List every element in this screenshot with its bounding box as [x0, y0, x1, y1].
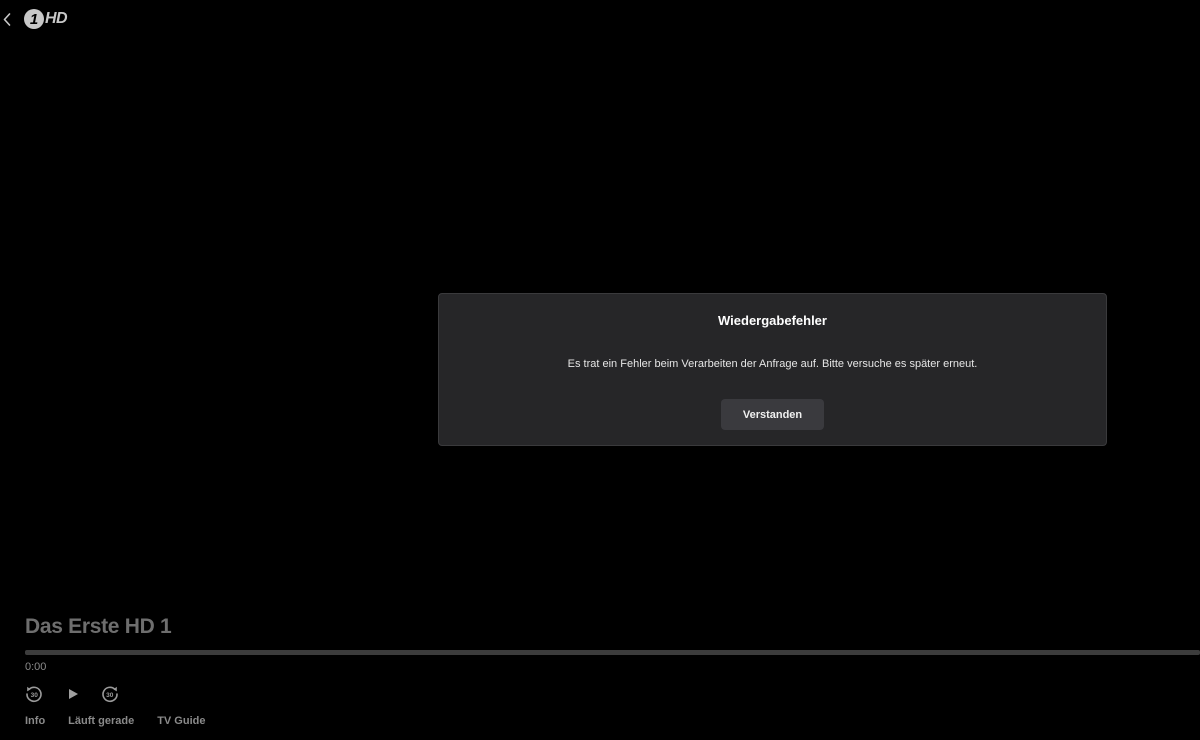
- back-button[interactable]: [0, 6, 14, 32]
- rewind-30-button[interactable]: 30: [25, 685, 43, 703]
- play-button[interactable]: [64, 685, 82, 703]
- rewind-30-label: 30: [31, 692, 39, 699]
- forward-30-label: 30: [106, 692, 114, 699]
- tab-tv-guide[interactable]: TV Guide: [157, 715, 205, 727]
- player-page: 1 HD Wiedergabefehler Es trat ein Fehler…: [0, 0, 1200, 740]
- error-dialog: Wiedergabefehler Es trat ein Fehler beim…: [438, 293, 1107, 446]
- dialog-message: Es trat ein Fehler beim Verarbeiten der …: [567, 358, 978, 370]
- tab-info[interactable]: Info: [25, 715, 45, 727]
- play-icon: [69, 689, 78, 699]
- progress-bar[interactable]: [25, 650, 1200, 655]
- dialog-title: Wiedergabefehler: [718, 313, 827, 328]
- logo-circle: 1: [24, 9, 44, 29]
- forward-30-button[interactable]: 30: [101, 685, 119, 703]
- confirm-button[interactable]: Verstanden: [721, 399, 824, 430]
- current-time: 0:00: [25, 661, 47, 673]
- program-title: Das Erste HD 1: [25, 615, 172, 638]
- logo-hd-text: HD: [45, 10, 68, 27]
- top-bar: 1 HD: [0, 6, 68, 32]
- playback-controls: 30 30: [25, 684, 119, 704]
- channel-logo: 1 HD: [24, 9, 68, 29]
- bottom-tabs: Info Läuft gerade TV Guide: [25, 715, 205, 727]
- chevron-left-icon: [3, 12, 11, 26]
- forward-30-icon: 30: [102, 686, 118, 703]
- tab-now-playing[interactable]: Läuft gerade: [68, 715, 134, 727]
- logo-digit: 1: [29, 10, 39, 28]
- rewind-30-icon: 30: [26, 686, 42, 703]
